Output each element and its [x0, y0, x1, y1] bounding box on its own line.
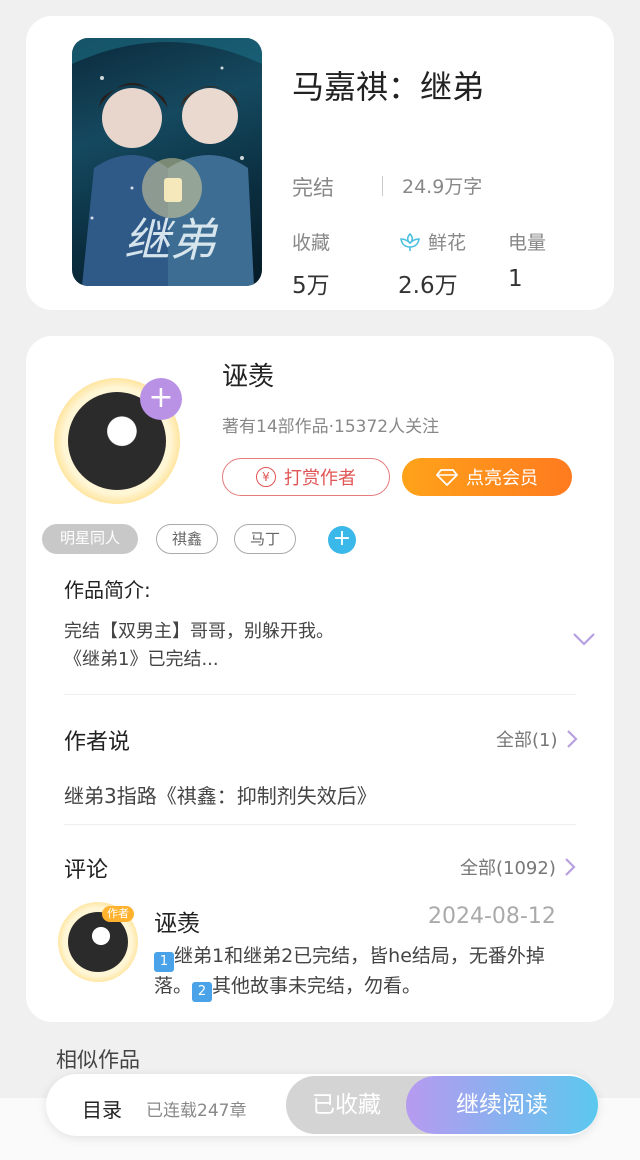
add-tag-button[interactable]: +	[328, 526, 356, 554]
chevron-right-icon	[566, 730, 578, 748]
comment-date: 2024-08-12	[428, 904, 556, 929]
comments-title: 评论	[64, 858, 109, 883]
author-badge: 作者	[102, 906, 134, 922]
stat-favorites-label: 收藏	[292, 232, 331, 254]
chevron-right-icon	[565, 858, 576, 876]
expand-chevron-down-icon[interactable]	[572, 632, 596, 646]
similar-works-title: 相似作品	[56, 1048, 140, 1072]
comment-text[interactable]: 1 继弟1和继弟2已完结，皆he结局，无番外掉落。 2 其他故事未完结，勿看。	[154, 942, 574, 1002]
divider	[382, 176, 383, 196]
stat-flowers-label: 鲜花	[428, 232, 467, 254]
tag-mading[interactable]: 马丁	[234, 524, 296, 554]
author-say-more-link[interactable]: 全部(1)	[496, 726, 578, 752]
book-info-card: 继弟 马嘉祺：继弟 完结 24.9万字 收藏 5万 鲜花 2.6万 电量 1	[26, 16, 614, 310]
intro-text[interactable]: 完结【双男主】哥哥，别躲开我。 《继弟1》已完结...	[64, 618, 334, 674]
diamond-icon	[436, 469, 458, 486]
tip-author-button[interactable]: ¥ 打赏作者	[222, 458, 390, 496]
stat-power-label: 电量	[508, 232, 547, 254]
intro-line-2: 《继弟1》已完结...	[64, 649, 219, 670]
tag-star-fanfic[interactable]: 明星同人	[42, 524, 138, 554]
author-say-title: 作者说	[64, 730, 131, 755]
continue-reading-button[interactable]: 继续阅读	[406, 1076, 598, 1134]
tag-qixin[interactable]: 祺鑫	[156, 524, 218, 554]
chapter-count: 已连载247章	[146, 1101, 247, 1121]
author-say-more-label: 全部(1)	[496, 730, 558, 751]
toc-button[interactable]: 目录	[82, 1094, 122, 1123]
author-name[interactable]: 诬羡	[222, 356, 274, 393]
comment-part-2: 其他故事未完结，勿看。	[212, 975, 422, 997]
divider	[64, 824, 576, 825]
yen-coin-icon: ¥	[256, 467, 276, 487]
cover-title-text: 继弟	[124, 213, 219, 267]
vip-label: 点亮会员	[466, 468, 538, 489]
flower-icon	[400, 232, 420, 251]
number-two-icon: 2	[192, 982, 213, 1002]
book-title: 马嘉祺：继弟	[292, 68, 485, 106]
comments-more-link[interactable]: 全部(1092)	[460, 854, 576, 880]
word-count: 24.9万字	[402, 176, 483, 198]
comments-more-label: 全部(1092)	[460, 858, 556, 879]
stat-power-value: 1	[508, 266, 523, 292]
stat-favorites-value: 5万	[292, 273, 330, 299]
author-meta: 著有14部作品·15372人关注	[222, 417, 440, 437]
author-details-card: + 诬羡 著有14部作品·15372人关注 ¥ 打赏作者 点亮会员 明星同人 祺…	[26, 336, 614, 1022]
vip-button[interactable]: 点亮会员	[402, 458, 572, 496]
comment-avatar[interactable]: 作者	[58, 902, 138, 982]
stat-flowers-value: 2.6万	[398, 273, 458, 299]
book-cover-image[interactable]: 继弟	[72, 38, 262, 286]
number-one-icon: 1	[154, 952, 174, 972]
cover-illustration: 继弟	[72, 38, 262, 286]
intro-title: 作品简介:	[64, 578, 151, 602]
tip-author-label: 打赏作者	[284, 468, 356, 489]
follow-author-button[interactable]: +	[140, 378, 182, 420]
divider	[64, 694, 576, 695]
stat-flowers[interactable]: 鲜花	[398, 228, 466, 255]
comment-username[interactable]: 诬羡	[154, 904, 200, 938]
author-say-text[interactable]: 继弟3指路《祺鑫：抑制剂失效后》	[64, 780, 377, 809]
book-status: 完结	[292, 176, 334, 200]
intro-line-1: 完结【双男主】哥哥，别躲开我。	[64, 621, 334, 642]
